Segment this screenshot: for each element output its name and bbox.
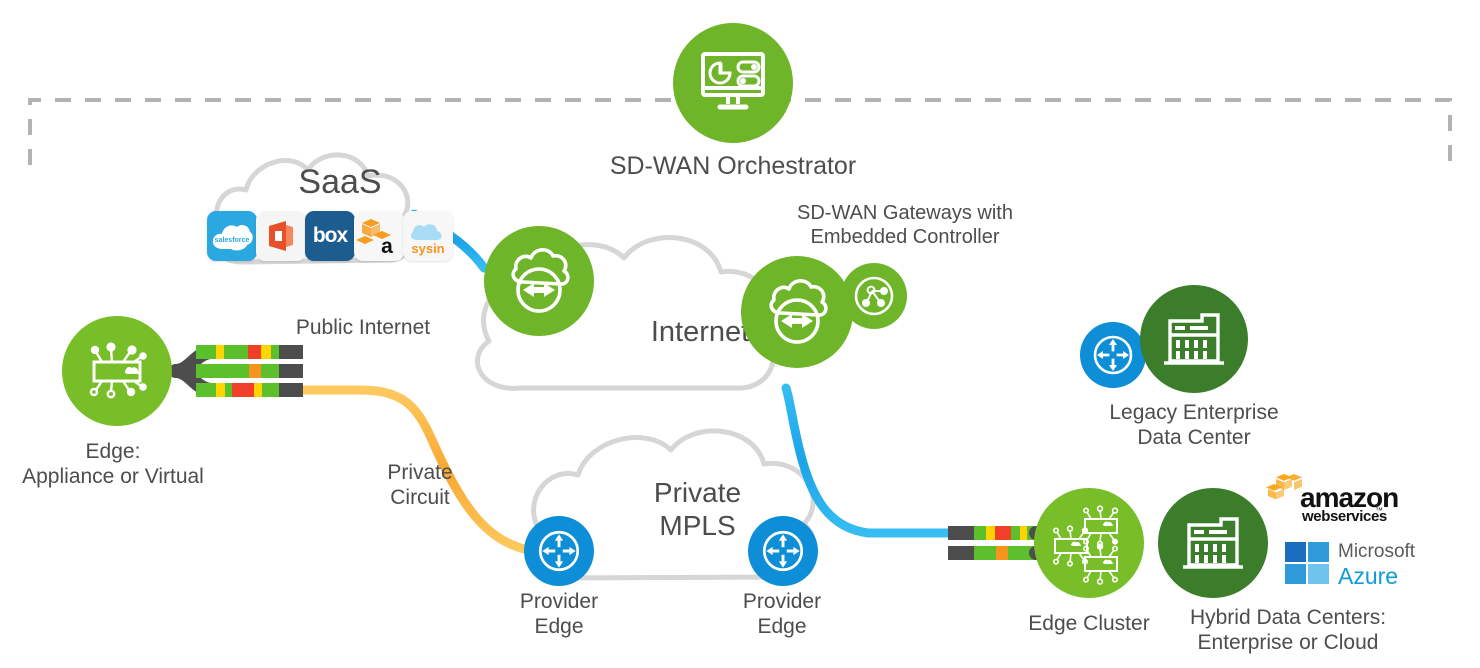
label-sd-wan-orchestrator: SD-WAN Orchestrator <box>609 152 857 180</box>
microsoft-wordmark: Microsoft <box>1338 541 1416 562</box>
node-hybrid-data-center[interactable] <box>1158 488 1268 598</box>
microsoft-azure-logo[interactable]: Microsoft Azure <box>1282 538 1427 592</box>
office-logo[interactable] <box>256 211 306 261</box>
sysin-logo[interactable]: sysin <box>403 211 453 261</box>
network-diagram-canvas: SD-WAN Orchestrator SaaS salesforce box … <box>0 0 1480 668</box>
amazon-web-services-logo[interactable]: amazon webservices ™ <box>1262 472 1399 530</box>
label-provider-edge-left: Provider Edge <box>519 590 599 638</box>
data-center-building-icon <box>1164 313 1224 365</box>
router-four-arrow-icon <box>762 530 804 572</box>
cable-bundle-edge-left <box>169 345 303 397</box>
label-saas-cloud: SaaS <box>298 163 382 201</box>
label-hybrid-data-center: Hybrid Data Centers: Enterprise or Cloud <box>1189 606 1387 654</box>
sysin-logo-text: sysin <box>411 240 445 256</box>
node-edge-cluster[interactable] <box>1034 488 1144 598</box>
node-provider-edge-left[interactable] <box>524 516 594 586</box>
label-private-circuit-link: Private Circuit <box>387 461 453 509</box>
sysin-cloud-glyph <box>410 223 442 240</box>
microsoft-window-glyph <box>1285 542 1329 584</box>
cloud-bidirectional-arrow-icon <box>769 279 828 344</box>
label-edge-appliance: Edge: Appliance or Virtual <box>22 440 204 488</box>
edge-cluster-chip-icon <box>1053 505 1119 585</box>
network-topology-icon <box>854 276 894 316</box>
box-logo[interactable]: box <box>305 211 355 261</box>
label-legacy-data-center: Legacy Enterprise Data Center <box>1109 401 1279 449</box>
node-provider-edge-right[interactable] <box>748 516 818 586</box>
aws-cubes-glyph: a <box>356 219 393 257</box>
office-door-glyph <box>269 221 293 251</box>
amazon-trademark-symbol: ™ <box>1375 506 1383 515</box>
svg-text:salesforce: salesforce <box>215 237 250 244</box>
svg-text:a: a <box>381 235 393 257</box>
node-sd-wan-orchestrator[interactable] <box>673 23 793 143</box>
node-legacy-data-center[interactable] <box>1140 285 1248 393</box>
label-sd-wan-gateways: SD-WAN Gateways with Embedded Controller <box>797 202 1013 248</box>
data-center-building-icon <box>1183 517 1243 569</box>
box-logo-text: box <box>312 224 348 247</box>
router-four-arrow-icon <box>538 530 580 572</box>
node-sd-wan-gateways[interactable] <box>741 256 853 368</box>
node-legacy-dc-router[interactable] <box>1080 322 1146 388</box>
node-edge-appliance[interactable] <box>62 316 172 426</box>
aws-logo[interactable]: a <box>354 211 404 261</box>
salesforce-cloud-glyph: salesforce <box>212 224 253 251</box>
router-four-arrow-icon <box>1093 335 1133 375</box>
label-provider-edge-right: Provider Edge <box>742 590 822 638</box>
label-public-internet-link: Public Internet <box>295 316 431 339</box>
azure-wordmark: Azure <box>1338 563 1399 589</box>
node-embedded-controller[interactable] <box>841 263 907 329</box>
monitor-dashboard-icon <box>701 52 765 110</box>
cloud-bidirectional-arrow-icon <box>511 248 570 313</box>
salesforce-logo[interactable]: salesforce <box>207 211 257 261</box>
edge-chip-icon <box>89 342 147 399</box>
